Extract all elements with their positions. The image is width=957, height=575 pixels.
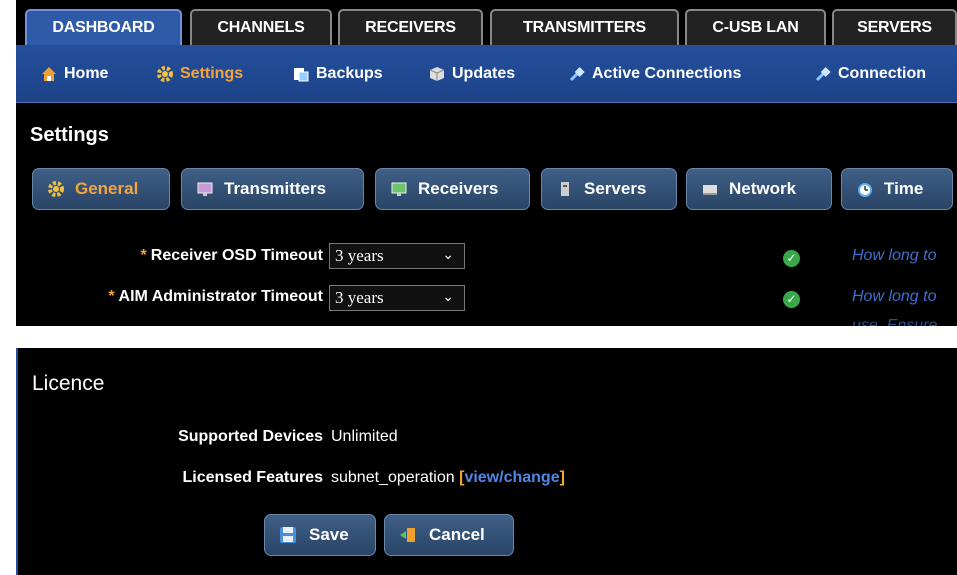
nav-active-connections[interactable]: Active Connections	[568, 63, 741, 85]
licence-title: Licence	[32, 372, 105, 395]
plug-icon	[568, 65, 586, 83]
general-button[interactable]: General	[32, 168, 170, 210]
torn-edge	[0, 326, 957, 350]
backup-icon	[292, 65, 310, 83]
server-icon	[556, 180, 574, 198]
network-button-label: Network	[729, 179, 797, 198]
nav-home-label: Home	[64, 65, 109, 82]
nav-settings-label: Settings	[180, 65, 244, 82]
aim-admin-timeout-value: 3 years	[335, 288, 384, 307]
nav-backups-label: Backups	[316, 65, 383, 82]
network-button[interactable]: Network	[686, 168, 832, 210]
receivers-button[interactable]: Receivers	[375, 168, 530, 210]
receiver-osd-timeout-text: Receiver OSD Timeout	[150, 247, 323, 264]
floppy-disk-icon	[279, 526, 297, 544]
receivers-button-label: Receivers	[418, 179, 499, 198]
main-tabs: DASHBOARD CHANNELS RECEIVERS TRANSMITTER…	[16, 0, 957, 46]
tab-channels[interactable]: CHANNELS	[190, 9, 332, 45]
chevron-down-icon: ⌄	[442, 289, 454, 305]
nav-settings[interactable]: Settings	[156, 63, 243, 85]
network-icon	[701, 180, 719, 198]
monitor-icon	[196, 180, 214, 198]
tab-receivers[interactable]: RECEIVERS	[338, 9, 483, 45]
tab-servers[interactable]: SERVERS	[832, 9, 957, 45]
servers-button-label: Servers	[584, 179, 647, 198]
plug-icon	[814, 65, 832, 83]
home-icon	[40, 65, 58, 83]
required-marker: *	[108, 288, 115, 305]
aim-admin-timeout-label: * AIM Administrator Timeout	[108, 288, 323, 306]
settings-title: Settings	[30, 124, 109, 146]
gear-icon	[156, 65, 174, 83]
aim-admin-timeout-select[interactable]: 3 years ⌄	[329, 285, 465, 311]
licensed-features-text: subnet_operation	[331, 469, 455, 486]
save-button-label: Save	[309, 525, 349, 544]
tab-c-usb-lan[interactable]: C-USB LAN	[685, 9, 826, 45]
save-button[interactable]: Save	[264, 514, 376, 556]
tab-transmitters[interactable]: TRANSMITTERS	[490, 9, 679, 45]
exit-door-icon	[399, 526, 417, 544]
tab-dashboard[interactable]: DASHBOARD	[25, 9, 182, 45]
bracket-close: ]	[559, 469, 565, 486]
receiver-osd-timeout-help: How long to	[852, 247, 937, 264]
nav-active-connections-label: Active Connections	[592, 65, 742, 82]
nav-backups[interactable]: Backups	[292, 63, 383, 85]
time-button[interactable]: Time	[841, 168, 953, 210]
cancel-button-label: Cancel	[429, 525, 485, 544]
monitor-icon	[390, 180, 408, 198]
receiver-osd-timeout-label: * Receiver OSD Timeout	[141, 247, 323, 265]
nav-connection-label: Connection	[838, 65, 926, 82]
receiver-osd-timeout-value: 3 years	[335, 246, 384, 265]
settings-panel: DASHBOARD CHANNELS RECEIVERS TRANSMITTER…	[16, 0, 957, 330]
aim-admin-timeout-help: How long to	[852, 288, 937, 305]
gear-icon	[47, 180, 65, 198]
supported-devices-value: Unlimited	[331, 428, 398, 445]
receiver-osd-timeout-select[interactable]: 3 years ⌄	[329, 243, 465, 269]
check-icon: ✓	[783, 250, 800, 267]
transmitters-button-label: Transmitters	[224, 179, 327, 198]
cancel-button[interactable]: Cancel	[384, 514, 514, 556]
licensed-features-label: Licensed Features	[182, 469, 324, 486]
general-button-label: General	[75, 179, 139, 198]
box-icon	[428, 65, 446, 83]
nav-updates[interactable]: Updates	[428, 63, 515, 85]
nav-home[interactable]: Home	[40, 63, 108, 85]
nav-updates-label: Updates	[452, 65, 516, 82]
clock-icon	[856, 180, 874, 198]
view-change-link[interactable]: view/change	[464, 469, 559, 486]
servers-button[interactable]: Servers	[541, 168, 677, 210]
chevron-down-icon: ⌄	[442, 247, 454, 263]
licensed-features-value: subnet_operation [view/change]	[331, 469, 565, 487]
sub-navigation: Home Settings Backups Updates Active Con…	[16, 45, 957, 103]
required-marker: *	[140, 247, 147, 264]
time-button-label: Time	[884, 179, 924, 198]
aim-admin-timeout-text: AIM Administrator Timeout	[118, 288, 323, 305]
check-icon: ✓	[783, 291, 800, 308]
supported-devices-label: Supported Devices	[178, 428, 323, 445]
licence-panel: Licence Supported Devices Unlimited Lice…	[16, 348, 957, 575]
transmitters-button[interactable]: Transmitters	[181, 168, 364, 210]
nav-connection[interactable]: Connection	[814, 63, 926, 85]
